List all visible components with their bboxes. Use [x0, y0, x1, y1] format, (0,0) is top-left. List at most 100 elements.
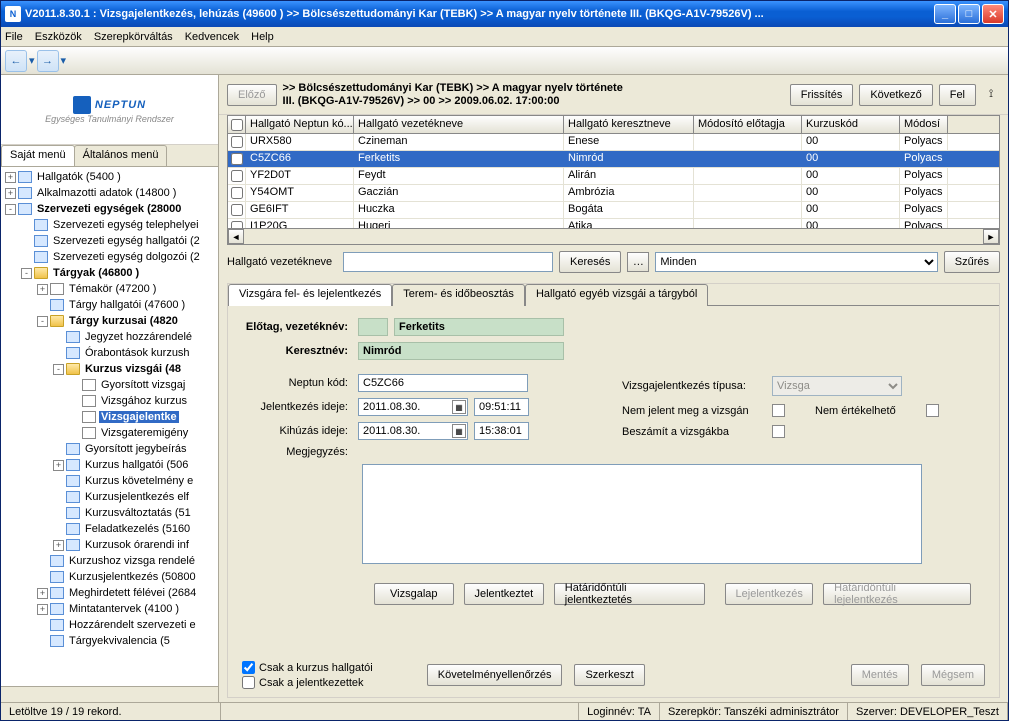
late-signup-button[interactable]: Határidőntúli jelentkeztetés — [554, 583, 705, 605]
tree-node[interactable]: -Kurzus vizsgái (48 — [1, 361, 218, 377]
tree-node[interactable]: +Kurzus hallgatói (506 — [1, 457, 218, 473]
tab-general-menu[interactable]: Általános menü — [74, 145, 168, 166]
tree-expander-icon[interactable]: + — [53, 460, 64, 471]
tree-node[interactable]: Gyorsított jegybeírás — [1, 441, 218, 457]
search-button[interactable]: Keresés — [559, 251, 621, 273]
noeval-checkbox[interactable] — [926, 404, 939, 417]
tab-other-exams[interactable]: Hallgató egyéb vizsgái a tárgyból — [525, 284, 708, 306]
tree-node[interactable]: Kurzusjelentkezés elf — [1, 489, 218, 505]
tree-node[interactable]: -Tárgyak (46800 ) — [1, 265, 218, 281]
tree-node[interactable]: +Témakör (47200 ) — [1, 281, 218, 297]
table-row[interactable]: I1P20GHugeriAtika00Polyacs — [228, 219, 999, 228]
table-row[interactable]: YF2D0TFeydtAlirán00Polyacs — [228, 168, 999, 185]
tree-node[interactable]: -Szervezeti egységek (28000 — [1, 201, 218, 217]
tree-node[interactable]: Kurzusváltoztatás (51 — [1, 505, 218, 521]
grid-selectall-checkbox[interactable] — [231, 119, 243, 131]
menu-file[interactable]: File — [5, 31, 23, 43]
tree-node[interactable]: Vizsgateremigény — [1, 425, 218, 441]
calendar-icon[interactable]: ▦ — [452, 424, 466, 438]
up-button[interactable]: Fel — [939, 84, 976, 106]
refresh-button[interactable]: Frissítés — [790, 84, 854, 106]
row-checkbox[interactable] — [231, 221, 243, 228]
grid-header[interactable]: Módosító előtagja — [694, 116, 802, 133]
noshow-checkbox[interactable] — [772, 404, 785, 417]
nav-forward-dropdown[interactable]: ▾ — [61, 54, 67, 67]
tree-node[interactable]: +Alkalmazotti adatok (14800 ) — [1, 185, 218, 201]
table-row[interactable]: URX580CzinemanEnese00Polyacs — [228, 134, 999, 151]
tree-node[interactable]: Vizsgajelentke — [1, 409, 218, 425]
tree-node[interactable]: Tárgy hallgatói (47600 ) — [1, 297, 218, 313]
grid-header[interactable]: Hallgató Neptun kó... — [246, 116, 354, 133]
tree-expander-icon[interactable]: + — [37, 604, 48, 615]
tree-expander-icon[interactable]: + — [53, 540, 64, 551]
pin-icon[interactable]: ⟟ — [982, 86, 1000, 104]
tree-expander-icon[interactable]: + — [37, 284, 48, 295]
neptun-input[interactable] — [358, 374, 528, 392]
tree-node[interactable]: Kurzusjelentkezés (50800 — [1, 569, 218, 585]
minimize-button[interactable]: _ — [934, 4, 956, 24]
edit-button[interactable]: Szerkeszt — [574, 664, 644, 686]
tab-own-menu[interactable]: Saját menü — [1, 145, 75, 166]
maximize-button[interactable]: □ — [958, 4, 980, 24]
nav-back-dropdown[interactable]: ▾ — [29, 54, 35, 67]
table-row[interactable]: GE6IFTHuczkaBogáta00Polyacs — [228, 202, 999, 219]
filter-select[interactable]: Minden — [655, 252, 937, 272]
grid-header[interactable]: Kurzuskód — [802, 116, 900, 133]
tree-node[interactable]: Szervezeti egység dolgozói (2 — [1, 249, 218, 265]
table-row[interactable]: Y54OMTGacziánAmbrózia00Polyacs — [228, 185, 999, 202]
tree-expander-icon[interactable]: - — [53, 364, 64, 375]
search-more-button[interactable]: … — [627, 252, 649, 272]
tree-expander-icon[interactable]: - — [21, 268, 32, 279]
grid-header[interactable]: Hallgató vezetékneve — [354, 116, 564, 133]
next-button[interactable]: Következő — [859, 84, 932, 106]
withdraw-time-input[interactable] — [474, 422, 529, 440]
tree-node[interactable]: -Tárgy kurzusai (4820 — [1, 313, 218, 329]
only-registered-check[interactable]: Csak a jelentkezettek — [242, 676, 373, 689]
row-checkbox[interactable] — [231, 187, 243, 199]
menu-fav[interactable]: Kedvencek — [185, 31, 239, 43]
menu-tools[interactable]: Eszközök — [35, 31, 82, 43]
tree-view[interactable]: +Hallgatók (5400 )+Alkalmazotti adatok (… — [1, 167, 218, 686]
row-checkbox[interactable] — [231, 170, 243, 182]
search-input[interactable] — [343, 252, 553, 272]
tree-node[interactable]: Hozzárendelt szervezeti e — [1, 617, 218, 633]
scroll-left-icon[interactable]: ◄ — [228, 229, 244, 244]
tree-node[interactable]: Kurzus követelmény e — [1, 473, 218, 489]
tree-hscroll[interactable] — [1, 686, 218, 702]
grid-header[interactable]: Hallgató keresztneve — [564, 116, 694, 133]
tree-node[interactable]: Szervezeti egység telephelyei — [1, 217, 218, 233]
grid-hscroll[interactable]: ◄ ► — [228, 228, 999, 244]
nav-back-button[interactable]: ← — [5, 50, 27, 72]
grid-header[interactable] — [228, 116, 246, 133]
cancel-button[interactable]: Mégsem — [921, 664, 985, 686]
tree-expander-icon[interactable]: - — [5, 204, 16, 215]
calendar-icon[interactable]: ▦ — [452, 400, 466, 414]
scroll-right-icon[interactable]: ► — [983, 229, 999, 244]
menu-role[interactable]: Szerepkörváltás — [94, 31, 173, 43]
close-button[interactable]: ✕ — [982, 4, 1004, 24]
late-signoff-button[interactable]: Határidőntúli lejelentkezés — [823, 583, 971, 605]
tree-node[interactable]: +Kurzusok órarendi inf — [1, 537, 218, 553]
tree-expander-icon[interactable]: + — [5, 188, 16, 199]
save-button[interactable]: Mentés — [851, 664, 909, 686]
row-checkbox[interactable] — [231, 204, 243, 216]
grid-header[interactable]: Módosí — [900, 116, 948, 133]
row-checkbox[interactable] — [231, 153, 243, 165]
signup-button[interactable]: Jelentkeztet — [464, 583, 544, 605]
signoff-button[interactable]: Lejelentkezés — [725, 583, 813, 605]
tab-room[interactable]: Terem- és időbeosztás — [392, 284, 525, 306]
counts-checkbox[interactable] — [772, 425, 785, 438]
student-grid[interactable]: Hallgató Neptun kó...Hallgató vezetéknev… — [227, 115, 1000, 245]
tree-node[interactable]: Feladatkezelés (5160 — [1, 521, 218, 537]
nav-forward-button[interactable]: → — [37, 50, 59, 72]
signup-time-input[interactable] — [474, 398, 529, 416]
row-checkbox[interactable] — [231, 136, 243, 148]
only-course-students-check[interactable]: Csak a kurzus hallgatói — [242, 661, 373, 674]
tree-node[interactable]: Szervezeti egység hallgatói (2 — [1, 233, 218, 249]
tree-node[interactable]: +Hallgatók (5400 ) — [1, 169, 218, 185]
tree-node[interactable]: Vizsgához kurzus — [1, 393, 218, 409]
tab-signup[interactable]: Vizsgára fel- és lejelentkezés — [228, 284, 392, 306]
tree-node[interactable]: Órabontások kurzush — [1, 345, 218, 361]
reqcheck-button[interactable]: Követelményellenőrzés — [427, 664, 563, 686]
prev-button[interactable]: Előző — [227, 84, 277, 106]
